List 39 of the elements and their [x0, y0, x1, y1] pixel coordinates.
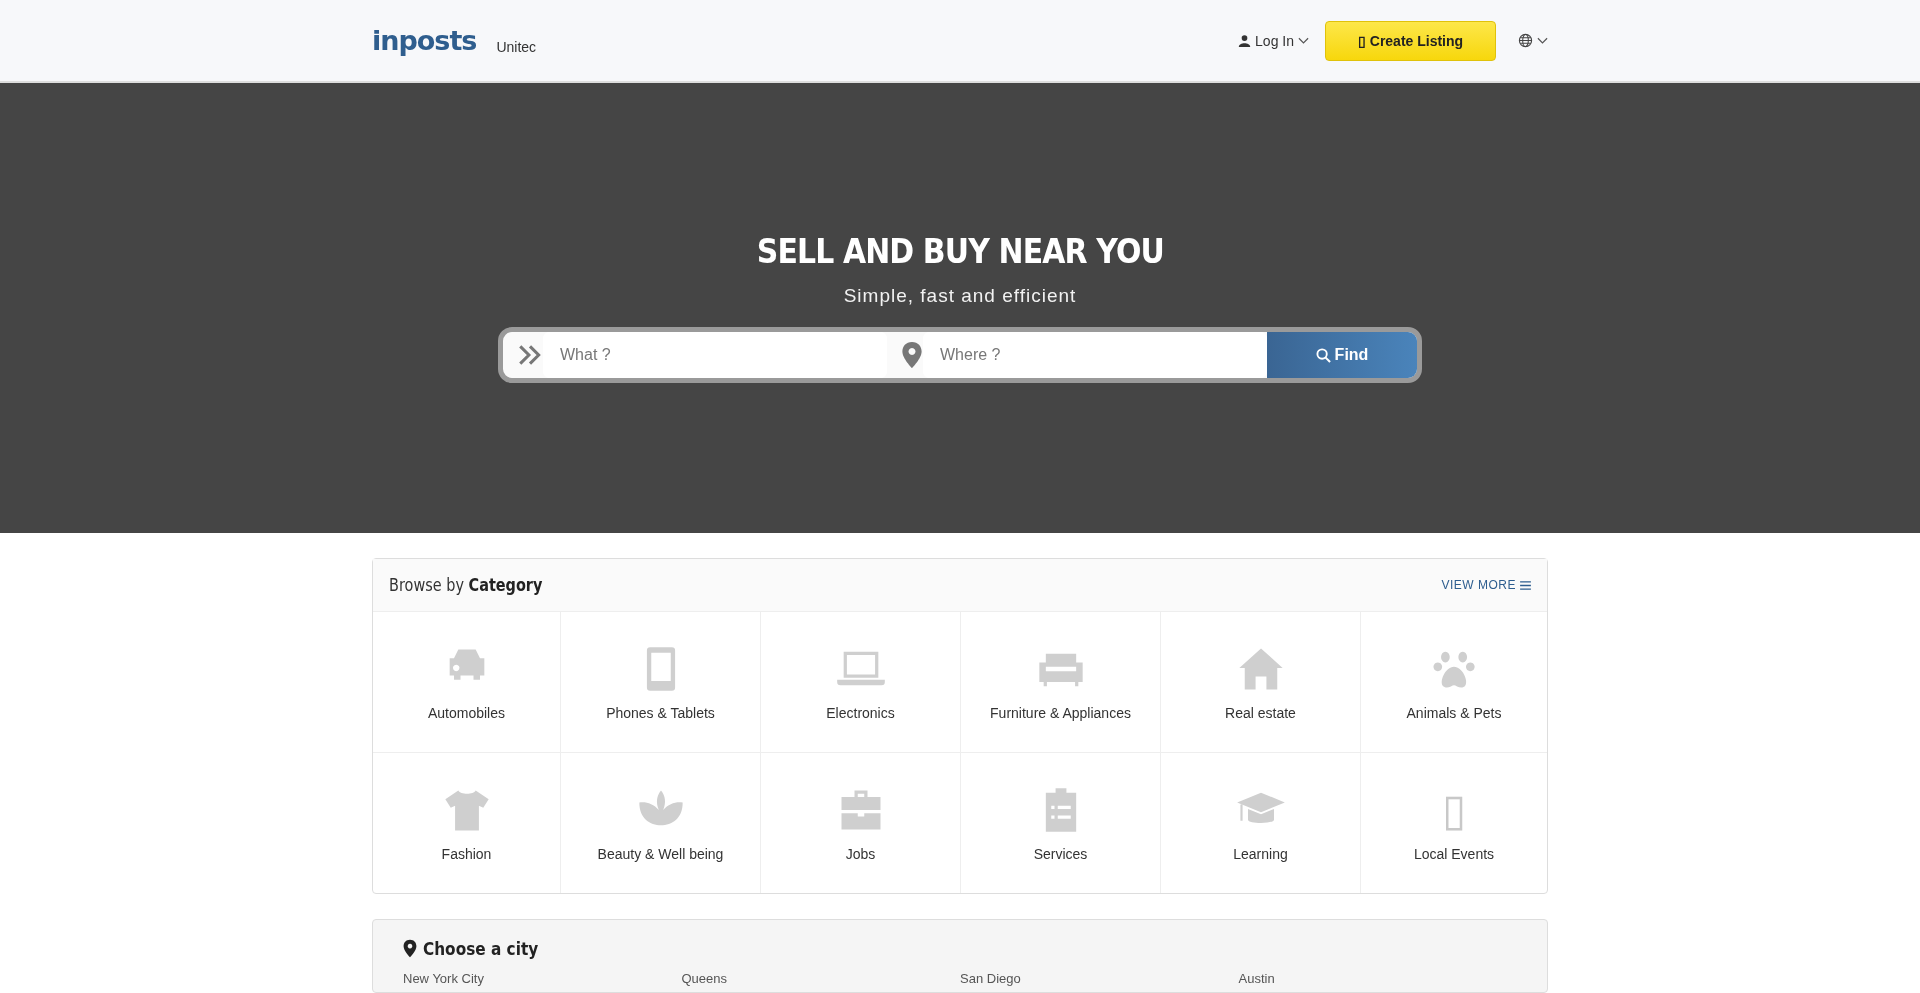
category-tile[interactable]: Automobiles	[373, 612, 561, 753]
caret-icon	[1298, 36, 1309, 45]
section-title: Browse by Category	[389, 575, 543, 595]
category-tile[interactable]: Beauty & Well being	[561, 753, 761, 893]
city-link[interactable]: San Diego	[960, 971, 1239, 986]
category-tile[interactable]: Fashion	[373, 753, 561, 893]
view-more-link[interactable]: VIEW MORE	[1441, 578, 1531, 592]
where-input-field[interactable]: Where ?	[923, 332, 1267, 378]
create-listing-button[interactable]: ▯ Create Listing	[1325, 20, 1496, 61]
city-link[interactable]: New York City	[403, 971, 682, 986]
category-tile[interactable]: Real estate	[1161, 612, 1361, 753]
double-chevron-icon	[517, 342, 543, 368]
category-tile[interactable]: Jobs	[761, 753, 961, 893]
flag-image[interactable]: Unitec	[496, 39, 537, 55]
menu-icon	[1520, 580, 1531, 590]
city-link[interactable]: Queens	[681, 971, 960, 986]
category-tile[interactable]: Learning	[1161, 753, 1361, 893]
section-title: Choose a city	[423, 938, 539, 959]
globe-icon	[1518, 33, 1533, 48]
missing-glyph-icon: ▯	[1442, 784, 1466, 836]
location-pin-icon	[403, 939, 417, 958]
hero-title: SELL AND BUY NEAR YOU	[756, 231, 1164, 271]
category-tile[interactable]: Animals & Pets	[1361, 612, 1547, 753]
site-logo[interactable]: inposts	[372, 25, 477, 56]
language-selector[interactable]	[1518, 33, 1548, 48]
location-pin-icon	[901, 341, 923, 369]
search-icon	[1315, 347, 1331, 363]
category-tile[interactable]: Phones & Tablets	[561, 612, 761, 753]
category-tile[interactable]: Electronics	[761, 612, 961, 753]
what-input-field[interactable]: What ?	[543, 332, 887, 378]
category-tile[interactable]: ▯ Local Events	[1361, 753, 1547, 893]
caret-icon	[1537, 36, 1548, 45]
find-button[interactable]: Find	[1267, 332, 1417, 378]
category-tile[interactable]: Furniture & Appliances	[961, 612, 1161, 753]
category-tile[interactable]: Services	[961, 753, 1161, 893]
login-link[interactable]: Log In	[1238, 32, 1309, 49]
hero-subtitle: Simple, fast and efficient	[843, 285, 1077, 307]
user-icon	[1238, 34, 1252, 47]
city-link[interactable]: Austin	[1238, 971, 1517, 986]
